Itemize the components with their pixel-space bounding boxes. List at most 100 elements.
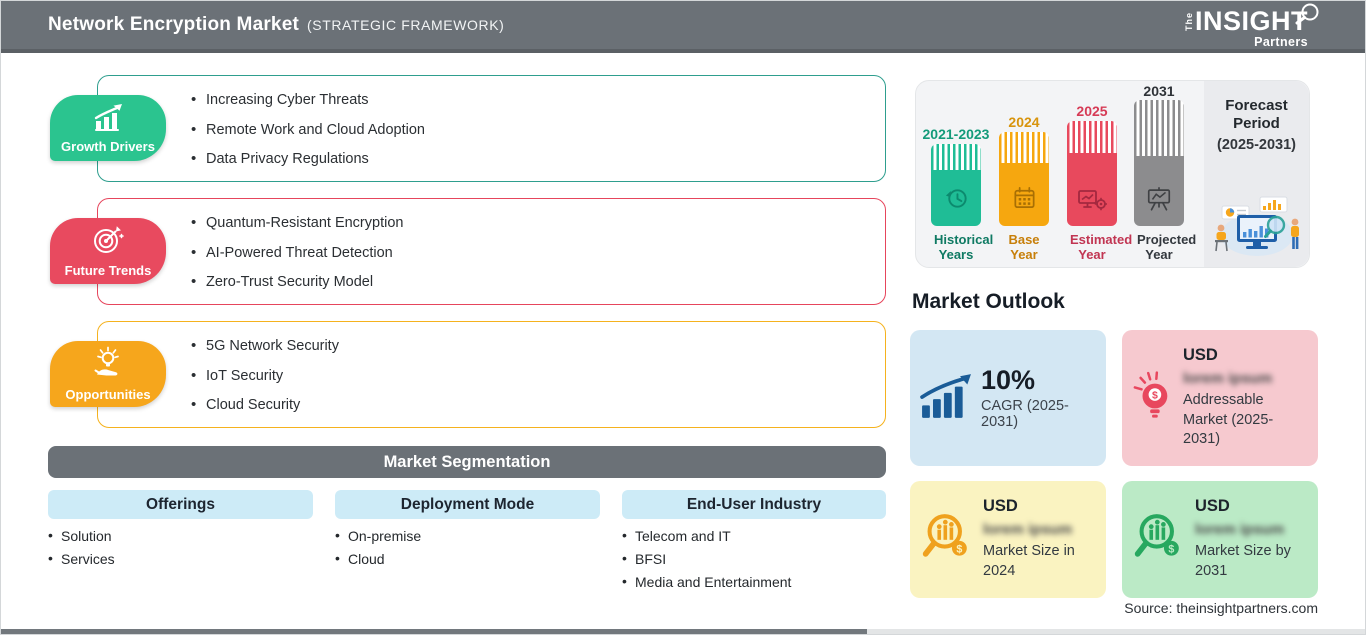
forecast-period-panel: Forecast Period (2025-2031) xyxy=(1204,81,1309,267)
bar-body xyxy=(1067,153,1117,226)
logo-partners-text: Partners xyxy=(1254,35,1308,49)
magnifier-icon xyxy=(1292,2,1322,37)
future-trends-box: Quantum-Resistant Encryption AI-Powered … xyxy=(97,198,886,305)
card-label: Market Size by 2031 xyxy=(1195,543,1291,579)
header-bar: Network Encryption Market (STRATEGIC FRA… xyxy=(0,0,1366,53)
source-attribution: Source: theinsightpartners.com xyxy=(1124,600,1318,616)
chart-gear-icon xyxy=(1077,186,1108,217)
bar-stripes xyxy=(931,144,981,170)
cagr-label: CAGR (2025-2031) xyxy=(981,398,1069,431)
future-trends-list: Quantum-Resistant Encryption AI-Powered … xyxy=(191,214,885,290)
list-item: Increasing Cyber Threats xyxy=(191,91,885,108)
timeline-panel: 2021-2023 2024 2025 2031 Historical Year… xyxy=(915,80,1310,268)
target-dart-icon xyxy=(91,224,125,261)
timeline-year: 2025 xyxy=(1076,103,1108,119)
forecast-range: (2025-2031) xyxy=(1217,137,1296,153)
segmentation-title: Market Segmentation xyxy=(383,452,551,471)
timeline-year: 2031 xyxy=(1143,83,1175,99)
market-size-2024-card: $ USD lorem ipsum Market Size in 2024 xyxy=(910,481,1106,598)
bar-body xyxy=(931,170,981,226)
badge-label: Future Trends xyxy=(64,263,152,278)
list-item: Data Privacy Regulations xyxy=(191,150,885,167)
svg-text:$: $ xyxy=(956,544,962,556)
timeline-bar-label: Projected Year xyxy=(1137,232,1197,262)
timeline-bar-projected xyxy=(1134,100,1184,226)
bar-stripes xyxy=(1134,100,1184,156)
opportunities-badge: Opportunities xyxy=(50,341,166,407)
list-item: Remote Work and Cloud Adoption xyxy=(191,121,885,138)
badge-label: Growth Drivers xyxy=(61,139,155,154)
future-trends-badge: Future Trends xyxy=(50,218,166,284)
opportunities-list: 5G Network Security IoT Security Cloud S… xyxy=(191,337,885,413)
list-item: BFSI xyxy=(622,550,886,567)
list-item: Cloud Security xyxy=(191,396,885,413)
bulb-dollar-icon: $ xyxy=(1132,369,1174,428)
market-size-2031-card: $ USD lorem ipsum Market Size by 2031 xyxy=(1122,481,1318,598)
page-subtitle: (STRATEGIC FRAMEWORK) xyxy=(307,16,505,33)
logo-the-text: The xyxy=(1183,12,1194,32)
bottom-accent-bar xyxy=(0,629,867,635)
segment-items: On-premise Cloud xyxy=(335,527,600,567)
growth-drivers-badge: Growth Drivers xyxy=(50,95,166,161)
timeline-bar-label: Estimated Year xyxy=(1070,232,1133,262)
analytics-illustration xyxy=(1210,195,1304,262)
svg-text:$: $ xyxy=(1168,544,1174,556)
segment-column-enduser: End-User Industry Telecom and IT BFSI Me… xyxy=(622,490,886,597)
segment-header: Deployment Mode xyxy=(335,490,600,519)
redacted-value: lorem ipsum xyxy=(983,521,1073,539)
addressable-market-card: $ USD lorem ipsum Addressable Market (20… xyxy=(1122,330,1318,466)
list-item: Media and Entertainment xyxy=(622,573,886,590)
list-item: On-premise xyxy=(335,527,600,544)
redacted-value: lorem ipsum xyxy=(1195,521,1285,539)
badge-label: Opportunities xyxy=(65,387,151,402)
market-outlook-title: Market Outlook xyxy=(912,290,1065,313)
bar-body xyxy=(1134,156,1184,226)
card-label: Addressable Market (2025-2031) xyxy=(1183,392,1274,448)
magnifier-chart-orange-icon: $ xyxy=(920,510,974,569)
timeline-bar-base xyxy=(999,132,1049,226)
usd-heading: USD xyxy=(1183,346,1218,365)
cagr-value: 10% xyxy=(981,364,1036,395)
bar-body xyxy=(999,163,1049,226)
segment-items: Solution Services xyxy=(48,527,313,567)
segment-items: Telecom and IT BFSI Media and Entertainm… xyxy=(622,527,886,590)
list-item: Solution xyxy=(48,527,313,544)
cagr-growth-icon xyxy=(920,373,972,424)
segment-header: End-User Industry xyxy=(622,490,886,519)
growth-drivers-list: Increasing Cyber Threats Remote Work and… xyxy=(191,91,885,167)
list-item: 5G Network Security xyxy=(191,337,885,354)
segment-header: Offerings xyxy=(48,490,313,519)
segment-column-deployment: Deployment Mode On-premise Cloud xyxy=(335,490,600,574)
opportunities-box: 5G Network Security IoT Security Cloud S… xyxy=(97,321,886,428)
bottom-accent-bar-light xyxy=(867,629,1366,635)
segment-column-offerings: Offerings Solution Services xyxy=(48,490,313,574)
usd-heading: USD xyxy=(1195,497,1230,516)
calendar-icon xyxy=(1011,185,1038,217)
list-item: IoT Security xyxy=(191,367,885,384)
list-item: Services xyxy=(48,550,313,567)
list-item: Telecom and IT xyxy=(622,527,886,544)
redacted-value: lorem ipsum xyxy=(1183,370,1273,388)
cagr-card: 10% CAGR (2025-2031) xyxy=(910,330,1106,466)
growth-drivers-box: Increasing Cyber Threats Remote Work and… xyxy=(97,75,886,182)
presentation-board-icon xyxy=(1145,185,1173,217)
list-item: Zero-Trust Security Model xyxy=(191,273,885,290)
timeline-bar-estimated xyxy=(1067,121,1117,226)
magnifier-chart-green-icon: $ xyxy=(1132,510,1186,569)
list-item: Cloud xyxy=(335,550,600,567)
market-segmentation-bar: Market Segmentation xyxy=(48,446,886,478)
timeline-bar-label: Historical Years xyxy=(934,232,994,262)
timeline-bar-historical xyxy=(931,144,981,226)
bulb-hand-icon xyxy=(91,346,125,385)
card-label: Market Size in 2024 xyxy=(983,543,1075,579)
svg-text:$: $ xyxy=(1152,389,1158,401)
timeline-bar-label: Base Year xyxy=(1008,232,1040,262)
page-title: Network Encryption Market xyxy=(48,13,299,35)
forecast-label: Forecast Period xyxy=(1225,97,1288,132)
bar-stripes xyxy=(1067,121,1117,153)
insight-partners-logo: The INSIGHT Partners xyxy=(1183,3,1319,49)
list-item: AI-Powered Threat Detection xyxy=(191,244,885,261)
history-clock-icon xyxy=(943,185,970,217)
growth-bars-icon xyxy=(89,102,127,137)
bar-stripes xyxy=(999,132,1049,163)
